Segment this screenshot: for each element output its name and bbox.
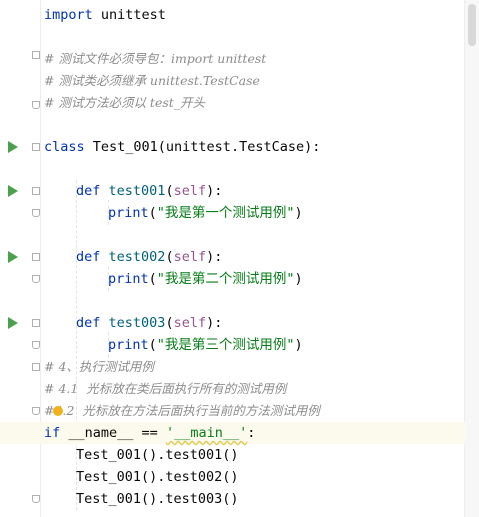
fold-end-icon[interactable]	[32, 275, 40, 283]
code-editor[interactable]: import unittest # 测试文件必须导包：import unitte…	[0, 0, 479, 517]
method-call: Test_001().test003()	[76, 491, 239, 507]
fold-end-icon[interactable]	[32, 495, 40, 503]
method-name: test001	[108, 183, 166, 199]
paren-close: )	[294, 337, 303, 353]
code-line-comment[interactable]: # 测试方法必须以 test_开头	[44, 92, 465, 114]
comment-text: # 测试文件必须导包：import unittest	[44, 51, 267, 66]
builtin-print: print	[108, 271, 149, 287]
code-line-comment[interactable]: # 测试文件必须导包：import unittest	[44, 48, 465, 70]
comment-text: # 测试方法必须以 test_开头	[44, 95, 206, 110]
string-literal: "我是第三个测试用例"	[156, 337, 295, 353]
fold-marker-icon[interactable]	[32, 363, 40, 371]
paren-open: (	[165, 183, 174, 199]
code-line-comment[interactable]: #4.2 光标放在方法后面执行当前的方法测试用例	[44, 400, 465, 422]
intention-bulb-icon[interactable]	[53, 406, 63, 416]
paren-open: (	[165, 249, 174, 265]
code-line-def-test003[interactable]: def test003(self):	[76, 312, 465, 334]
code-line-call[interactable]: Test_001().test003()	[76, 488, 465, 510]
string-literal: '__main__'	[165, 425, 248, 441]
method-name: test003	[108, 315, 166, 331]
run-test001-icon[interactable]	[8, 185, 18, 197]
keyword-def: def	[76, 249, 101, 265]
run-class-icon[interactable]	[8, 141, 18, 153]
paren-close: ):	[206, 183, 223, 199]
code-line-print[interactable]: print("我是第三个测试用例")	[108, 334, 465, 356]
code-line-comment[interactable]: # 测试类必须继承 unittest.TestCase	[44, 70, 465, 92]
builtin-print: print	[108, 337, 149, 353]
fold-end-icon[interactable]	[32, 101, 40, 109]
run-test003-icon[interactable]	[8, 317, 18, 329]
code-line-1[interactable]: import unittest	[44, 4, 465, 26]
fold-marker-icon[interactable]	[32, 51, 40, 59]
string-literal: "我是第一个测试用例"	[156, 205, 295, 221]
code-line-comment[interactable]: # 4、执行测试用例	[44, 356, 465, 378]
code-line-print[interactable]: print("我是第一个测试用例")	[108, 202, 465, 224]
comment-text: # 4、执行测试用例	[44, 359, 154, 374]
paren-close: )	[294, 205, 303, 221]
class-declaration: Test_001(unittest.TestCase):	[84, 139, 321, 155]
method-call: Test_001().test002()	[76, 469, 239, 485]
code-line-comment[interactable]: # 4.1 光标放在类后面执行所有的测试用例	[44, 378, 465, 400]
name-comparison: __name__ ==	[60, 425, 166, 441]
vertical-scrollbar[interactable]	[464, 0, 479, 517]
paren-open: (	[148, 337, 157, 353]
comment-text: #4.2 光标放在方法后面执行当前的方法测试用例	[44, 403, 320, 418]
string-literal: "我是第二个测试用例"	[156, 271, 295, 287]
method-name: test002	[108, 249, 166, 265]
fold-marker-icon[interactable]	[32, 253, 40, 261]
code-line-call[interactable]: Test_001().test001()	[76, 444, 465, 466]
code-line-class[interactable]: class Test_001(unittest.TestCase):	[44, 136, 465, 158]
keyword-def: def	[76, 315, 101, 331]
fold-marker-icon[interactable]	[32, 319, 40, 327]
keyword-import: import	[44, 7, 93, 23]
code-line-call[interactable]: Test_001().test002()	[76, 466, 465, 488]
paren-open: (	[148, 205, 157, 221]
self-param: self	[173, 315, 207, 331]
code-line-def-test002[interactable]: def test002(self):	[76, 246, 465, 268]
self-param: self	[173, 183, 207, 199]
paren-open: (	[165, 315, 174, 331]
code-line-if-main[interactable]: if __name__ == '__main__':	[0, 422, 465, 444]
fold-end-icon[interactable]	[32, 407, 40, 415]
paren-open: (	[148, 271, 157, 287]
keyword-if: if	[44, 425, 61, 441]
scrollbar-thumb[interactable]	[468, 4, 476, 46]
code-line-def-test001[interactable]: def test001(self):	[76, 180, 465, 202]
module-name: unittest	[92, 7, 166, 23]
paren-close: ):	[206, 315, 223, 331]
run-test002-icon[interactable]	[8, 251, 18, 263]
builtin-print: print	[108, 205, 149, 221]
method-call: Test_001().test001()	[76, 447, 239, 463]
fold-end-icon[interactable]	[32, 209, 40, 217]
colon: :	[247, 425, 256, 441]
paren-close: ):	[206, 249, 223, 265]
self-param: self	[173, 249, 207, 265]
comment-text: # 4.1 光标放在类后面执行所有的测试用例	[44, 381, 287, 396]
comment-text: # 测试类必须继承 unittest.TestCase	[44, 73, 260, 88]
code-line-print[interactable]: print("我是第二个测试用例")	[108, 268, 465, 290]
keyword-def: def	[76, 183, 101, 199]
fold-marker-icon[interactable]	[32, 187, 40, 195]
fold-end-icon[interactable]	[32, 341, 40, 349]
fold-marker-icon[interactable]	[32, 143, 40, 151]
paren-close: )	[294, 271, 303, 287]
keyword-class: class	[44, 139, 85, 155]
